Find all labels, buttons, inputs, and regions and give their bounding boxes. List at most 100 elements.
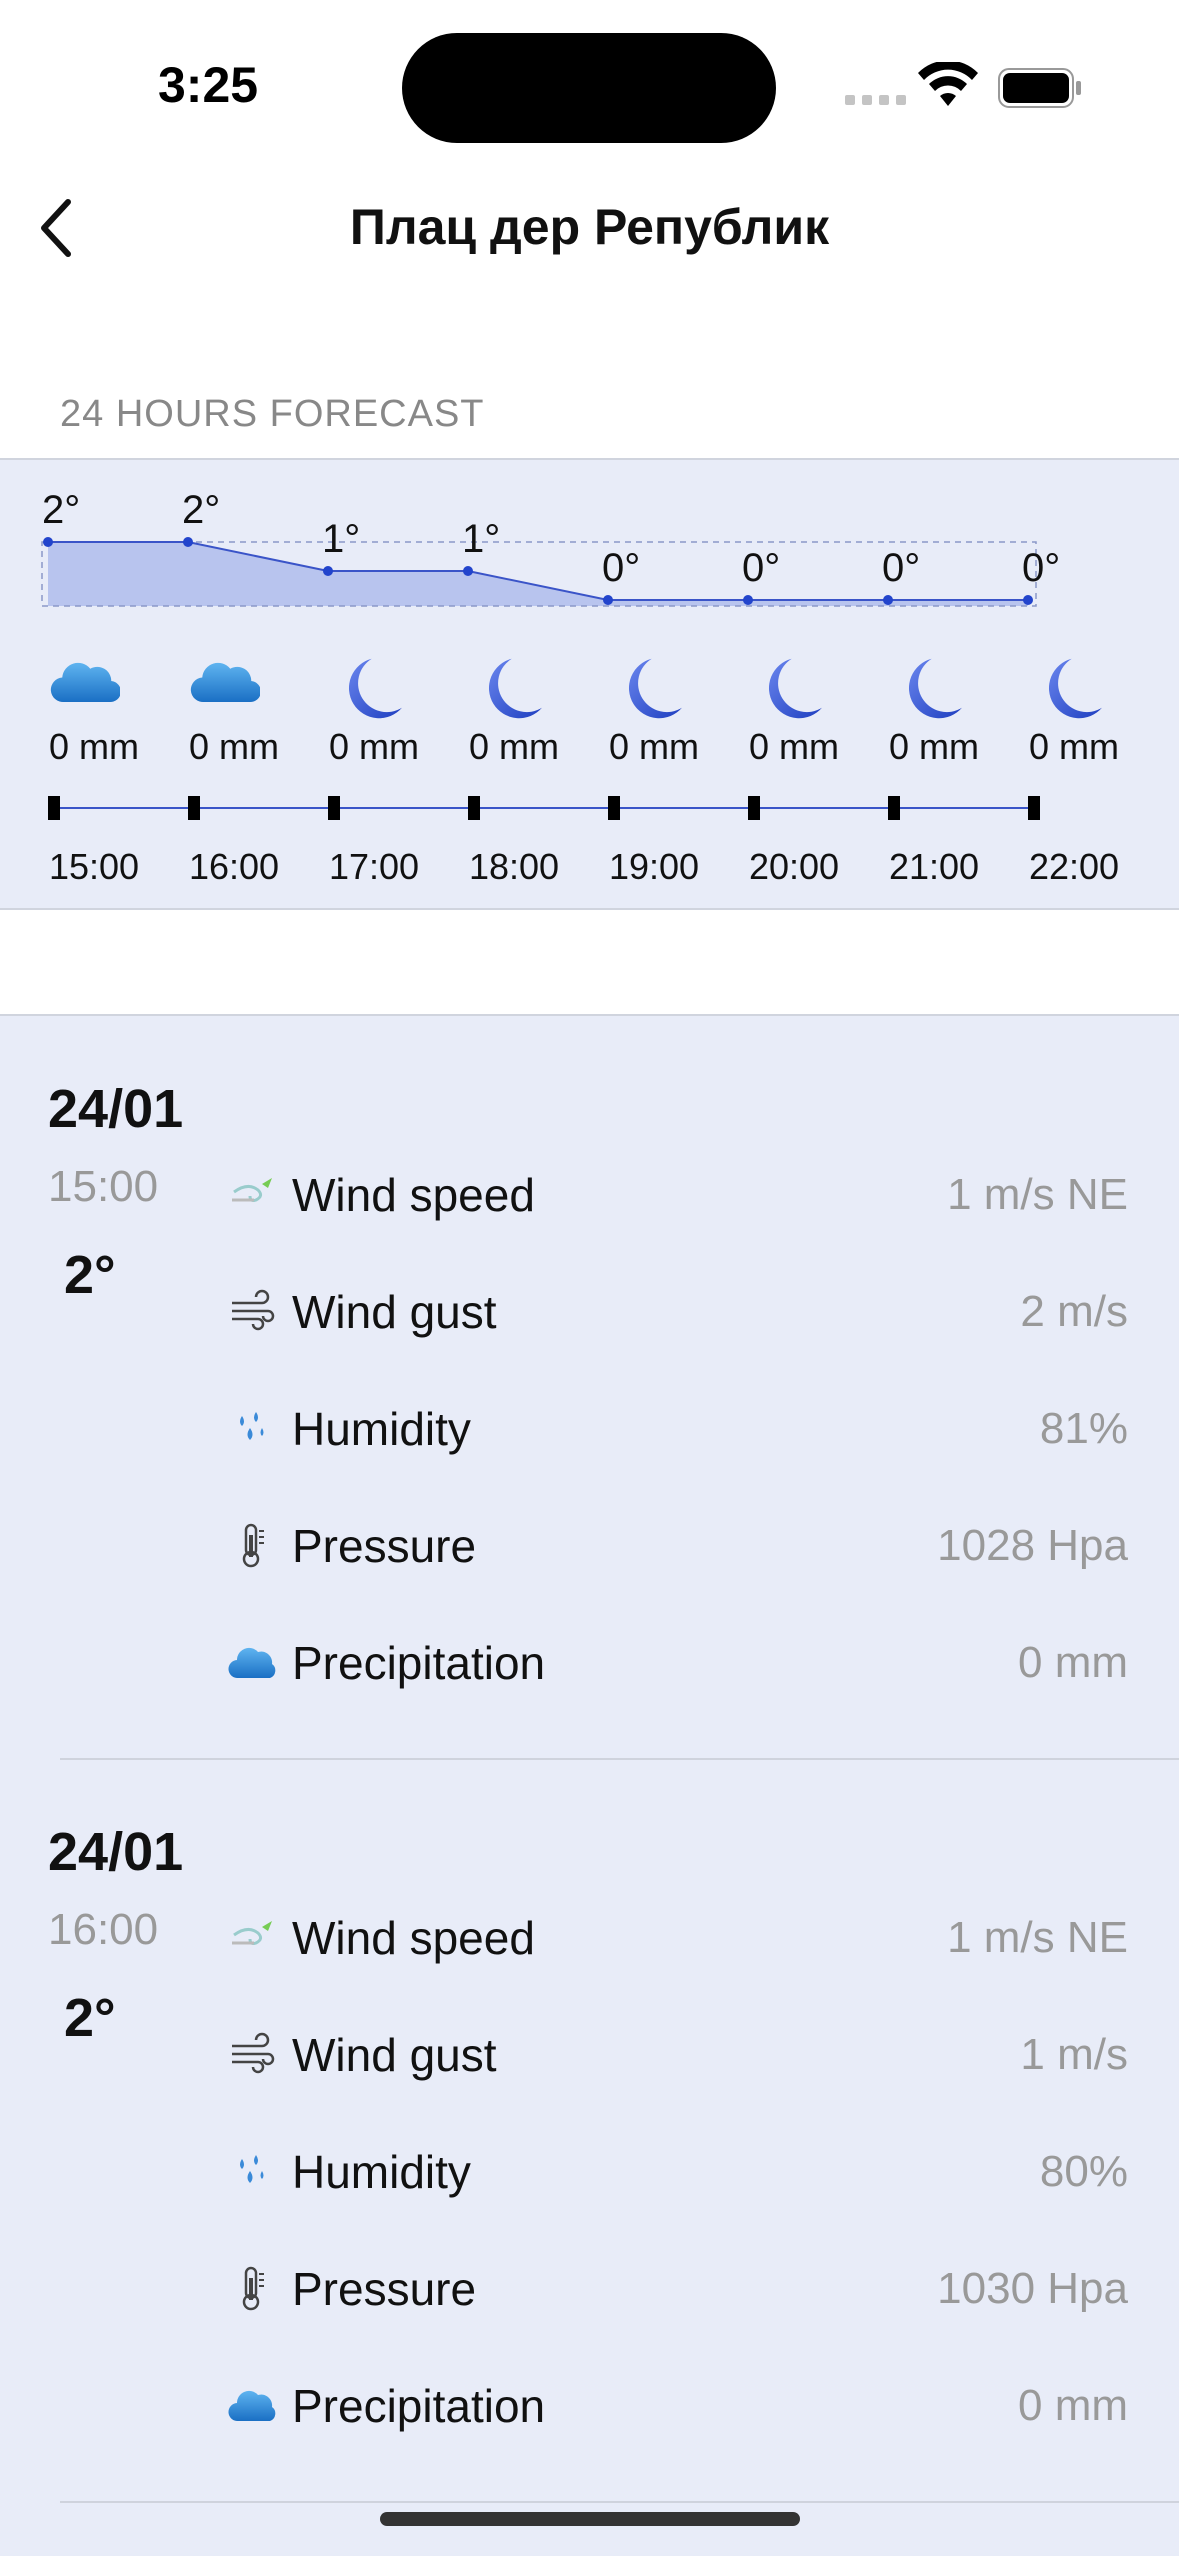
thermometer-icon <box>228 2264 276 2312</box>
wind-speed-icon <box>228 1170 276 1218</box>
detail-row-wind-speed: Wind speed 1 m/s NE <box>228 1903 1128 1973</box>
humidity-icon <box>228 2147 276 2195</box>
detail-label: Precipitation <box>292 1637 546 1689</box>
hour-time: 19:00 <box>608 846 700 887</box>
detail-row-wind-speed: Wind speed 1 m/s NE <box>228 1160 1128 1230</box>
dynamic-island <box>402 33 776 143</box>
thermometer-icon <box>228 1521 276 1569</box>
detail-row-precipitation: Precipitation 0 mm <box>228 2371 1128 2441</box>
hourly-details-list[interactable]: 24/01 15:00 2° Wind speed 1 m/s NE Wind gust 2… <box>0 1014 1179 2556</box>
hour-temperature: 0° <box>1022 546 1061 590</box>
detail-value: 1 m/s NE <box>947 1170 1128 1219</box>
hour-temperature: 1° <box>322 517 361 561</box>
detail-value: 1030 Hpa <box>937 2264 1128 2313</box>
detail-row-precipitation: Precipitation 0 mm <box>228 1628 1128 1698</box>
cloud-icon <box>228 2381 276 2429</box>
hour-precipitation: 0 mm <box>1029 726 1119 767</box>
temperature-point <box>743 595 753 605</box>
temperature-chart <box>41 537 1040 820</box>
hour-temperature: 1° <box>462 517 501 561</box>
detail-row-humidity: Humidity 80% <box>228 2137 1128 2207</box>
divider <box>60 1758 1179 1760</box>
wind-speed-icon <box>228 1913 276 1961</box>
hour-precipitation: 0 mm <box>469 726 559 767</box>
wind-gust-icon <box>228 1287 276 1335</box>
divider <box>60 2501 1179 2503</box>
timeline-tick <box>608 796 620 820</box>
detail-label: Wind speed <box>292 1169 535 1221</box>
detail-time: 16:00 <box>48 1905 159 1954</box>
temperature-point <box>463 566 473 576</box>
detail-row-pressure: Pressure 1028 Hpa <box>228 1511 1128 1581</box>
detail-value: 1028 Hpa <box>937 1521 1128 1570</box>
moon-icon <box>750 655 830 721</box>
detail-row-humidity: Humidity 81% <box>228 1394 1128 1464</box>
cloud-icon <box>190 655 270 721</box>
home-indicator[interactable] <box>380 2512 800 2526</box>
detail-date: 24/01 <box>48 1822 184 1882</box>
timeline-tick <box>1028 796 1040 820</box>
detail-date: 24/01 <box>48 1079 184 1139</box>
hour-precipitation: 0 mm <box>749 726 839 767</box>
temperature-point <box>43 537 53 547</box>
moon-icon <box>610 655 690 721</box>
hour-precipitation: 0 mm <box>189 726 279 767</box>
moon-icon <box>890 655 970 721</box>
detail-label: Precipitation <box>292 2380 546 2432</box>
hour-time: 15:00 <box>48 846 140 887</box>
detail-value: 80% <box>1039 2147 1128 2196</box>
page-title: Плац дер Републик <box>349 199 830 255</box>
cloud-icon <box>50 655 130 721</box>
detail-temperature: 2° <box>64 1988 116 2048</box>
hour-temperature: 0° <box>742 546 781 590</box>
hour-temperature: 0° <box>882 546 921 590</box>
detail-value: 2 m/s <box>1020 1287 1128 1336</box>
hour-time: 16:00 <box>188 846 280 887</box>
hour-precipitation: 0 mm <box>609 726 699 767</box>
timeline-tick <box>48 796 60 820</box>
detail-label: Wind gust <box>292 1286 497 1338</box>
hour-detail-card[interactable]: 24/01 16:00 2° Wind speed 1 m/s NE Wind gust 1… <box>0 1799 1179 2519</box>
section-label-forecast: 24 HOURS FORECAST <box>60 393 485 435</box>
detail-value: 1 m/s NE <box>947 1913 1128 1962</box>
temperature-point <box>323 566 333 576</box>
hour-time: 18:00 <box>468 846 560 887</box>
hour-temperature: 0° <box>602 546 641 590</box>
status-time: 3:25 <box>158 57 259 113</box>
hourly-forecast-strip[interactable]: 2° 0 mm 15:00 2° 0 mm 16:00 1° 0 mm 17:00 1° 0… <box>0 458 1179 910</box>
detail-value: 0 mm <box>1018 2381 1128 2430</box>
temperature-point <box>1023 595 1033 605</box>
hour-time: 22:00 <box>1028 846 1120 887</box>
timeline-tick <box>468 796 480 820</box>
detail-row-wind-gust: Wind gust 1 m/s <box>228 2020 1128 2090</box>
detail-value: 81% <box>1039 1404 1128 1453</box>
temperature-point <box>603 595 613 605</box>
temperature-point <box>183 537 193 547</box>
detail-value: 1 m/s <box>1020 2030 1128 2079</box>
detail-temperature: 2° <box>64 1245 116 1305</box>
detail-label: Humidity <box>292 2146 471 2198</box>
wind-gust-icon <box>228 2030 276 2078</box>
hour-temperature: 2° <box>182 488 221 532</box>
detail-time: 15:00 <box>48 1162 159 1211</box>
temperature-point <box>883 595 893 605</box>
hour-detail-card[interactable]: 24/01 15:00 2° Wind speed 1 m/s NE Wind gust 2… <box>0 1056 1179 1776</box>
wifi-icon <box>918 62 978 106</box>
detail-label: Humidity <box>292 1403 471 1455</box>
detail-label: Pressure <box>292 1520 477 1572</box>
cloud-icon <box>228 1638 276 1686</box>
hour-temperature: 2° <box>42 488 81 532</box>
timeline-tick <box>188 796 200 820</box>
moon-icon <box>1030 655 1110 721</box>
hour-time: 17:00 <box>328 846 420 887</box>
hour-precipitation: 0 mm <box>49 726 139 767</box>
hour-precipitation: 0 mm <box>889 726 979 767</box>
temperature-area <box>48 542 1028 606</box>
detail-label: Wind speed <box>292 1912 535 1964</box>
timeline-tick <box>748 796 760 820</box>
hour-time: 21:00 <box>888 846 980 887</box>
moon-icon <box>470 655 550 721</box>
detail-label: Wind gust <box>292 2029 497 2081</box>
timeline-tick <box>888 796 900 820</box>
detail-row-wind-gust: Wind gust 2 m/s <box>228 1277 1128 1347</box>
